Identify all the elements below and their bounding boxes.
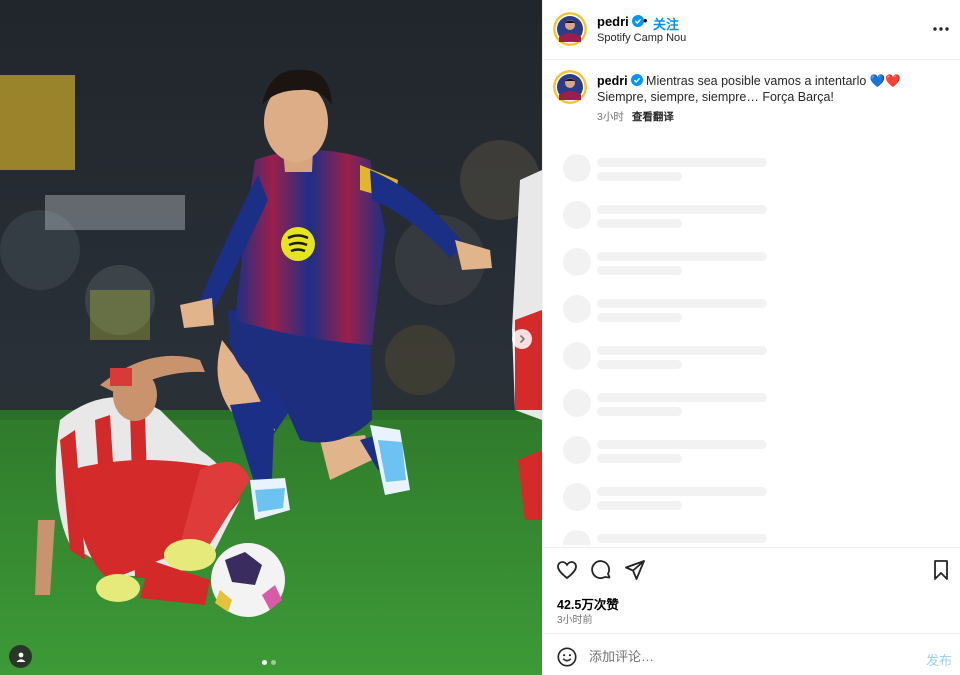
skeleton-line: [597, 534, 767, 543]
emoji-icon[interactable]: [556, 646, 578, 668]
comment-icon[interactable]: [589, 558, 613, 582]
skeleton-line: [597, 393, 767, 402]
post-location[interactable]: Spotify Camp Nou: [597, 32, 686, 44]
post-comment-button[interactable]: 发布: [926, 650, 952, 669]
skeleton-line: [597, 501, 682, 510]
caption-time: 3小时: [597, 111, 624, 123]
share-icon[interactable]: [623, 558, 647, 582]
comment-bar: 发布: [543, 633, 960, 675]
caption-avatar[interactable]: [553, 70, 587, 104]
post-photo: [0, 0, 542, 675]
author-username[interactable]: pedri: [597, 14, 644, 29]
caption-text: pedri Mientras sea posible vamos a inten…: [597, 73, 947, 105]
verified-badge-icon: [630, 74, 643, 86]
skeleton-line: [597, 158, 767, 167]
heart-icon[interactable]: [555, 558, 579, 582]
carousel-dot: [271, 660, 276, 665]
tagged-users-button[interactable]: [9, 645, 32, 668]
skeleton-avatar: [563, 436, 591, 464]
caption-body-start: Mientras sea posible vamos a intentarlo: [646, 74, 867, 88]
post-time[interactable]: 3小时前: [557, 611, 593, 626]
skeleton-avatar: [563, 530, 591, 545]
verified-badge-icon: [631, 15, 644, 27]
skeleton-avatar: [563, 483, 591, 511]
skeleton-avatar: [563, 342, 591, 370]
header-separator: •: [643, 13, 648, 28]
caption-meta: 3小时 查看翻译: [597, 109, 674, 124]
comment-input[interactable]: [589, 645, 909, 667]
comments-loading: [563, 150, 953, 545]
avatar-image: [553, 70, 587, 104]
comment-skeleton: [563, 244, 953, 291]
translate-button[interactable]: 查看翻译: [632, 111, 674, 123]
carousel-indicator: [262, 660, 276, 665]
skeleton-line: [597, 407, 682, 416]
skeleton-line: [597, 440, 767, 449]
more-horizontal-icon[interactable]: [931, 20, 951, 38]
caption-body-end: Siempre, siempre, siempre… Força Barça!: [597, 90, 834, 104]
post-caption: pedri Mientras sea posible vamos a inten…: [543, 60, 960, 130]
skeleton-line: [597, 252, 767, 261]
user-icon: [16, 652, 25, 662]
author-avatar[interactable]: [553, 12, 587, 46]
comment-skeleton: [563, 479, 953, 526]
comment-skeleton: [563, 150, 953, 197]
skeleton-avatar: [563, 295, 591, 323]
skeleton-avatar: [563, 248, 591, 276]
skeleton-line: [597, 360, 682, 369]
bookmark-icon[interactable]: [929, 558, 953, 582]
red-heart-emoji: ❤️: [885, 74, 901, 88]
caption-username[interactable]: pedri: [597, 74, 628, 88]
carousel-dot-active: [262, 660, 267, 665]
chevron-right-icon: [519, 334, 526, 344]
post-header: pedri • 关注 Spotify Camp Nou: [543, 0, 960, 60]
post-media[interactable]: [0, 0, 542, 675]
next-slide-button[interactable]: [512, 329, 532, 349]
skeleton-avatar: [563, 154, 591, 182]
follow-button[interactable]: 关注: [653, 14, 679, 33]
skeleton-avatar: [563, 389, 591, 417]
blue-heart-emoji: 💙: [869, 74, 886, 88]
avatar-image: [553, 12, 587, 46]
skeleton-line: [597, 454, 682, 463]
comment-skeleton: [563, 385, 953, 432]
skeleton-line: [597, 205, 767, 214]
skeleton-avatar: [563, 201, 591, 229]
author-username-text[interactable]: pedri: [597, 14, 629, 29]
skeleton-line: [597, 299, 767, 308]
skeleton-line: [597, 266, 682, 275]
comment-skeleton: [563, 526, 953, 545]
skeleton-line: [597, 172, 682, 181]
skeleton-line: [597, 487, 767, 496]
post-side-panel: pedri • 关注 Spotify Camp Nou pedri Mientr…: [542, 0, 960, 675]
skeleton-line: [597, 219, 682, 228]
skeleton-line: [597, 346, 767, 355]
skeleton-line: [597, 313, 682, 322]
comment-skeleton: [563, 338, 953, 385]
comment-skeleton: [563, 197, 953, 244]
post-actions: 42.5万次赞 3小时前: [543, 547, 960, 633]
comment-skeleton: [563, 291, 953, 338]
comment-skeleton: [563, 432, 953, 479]
